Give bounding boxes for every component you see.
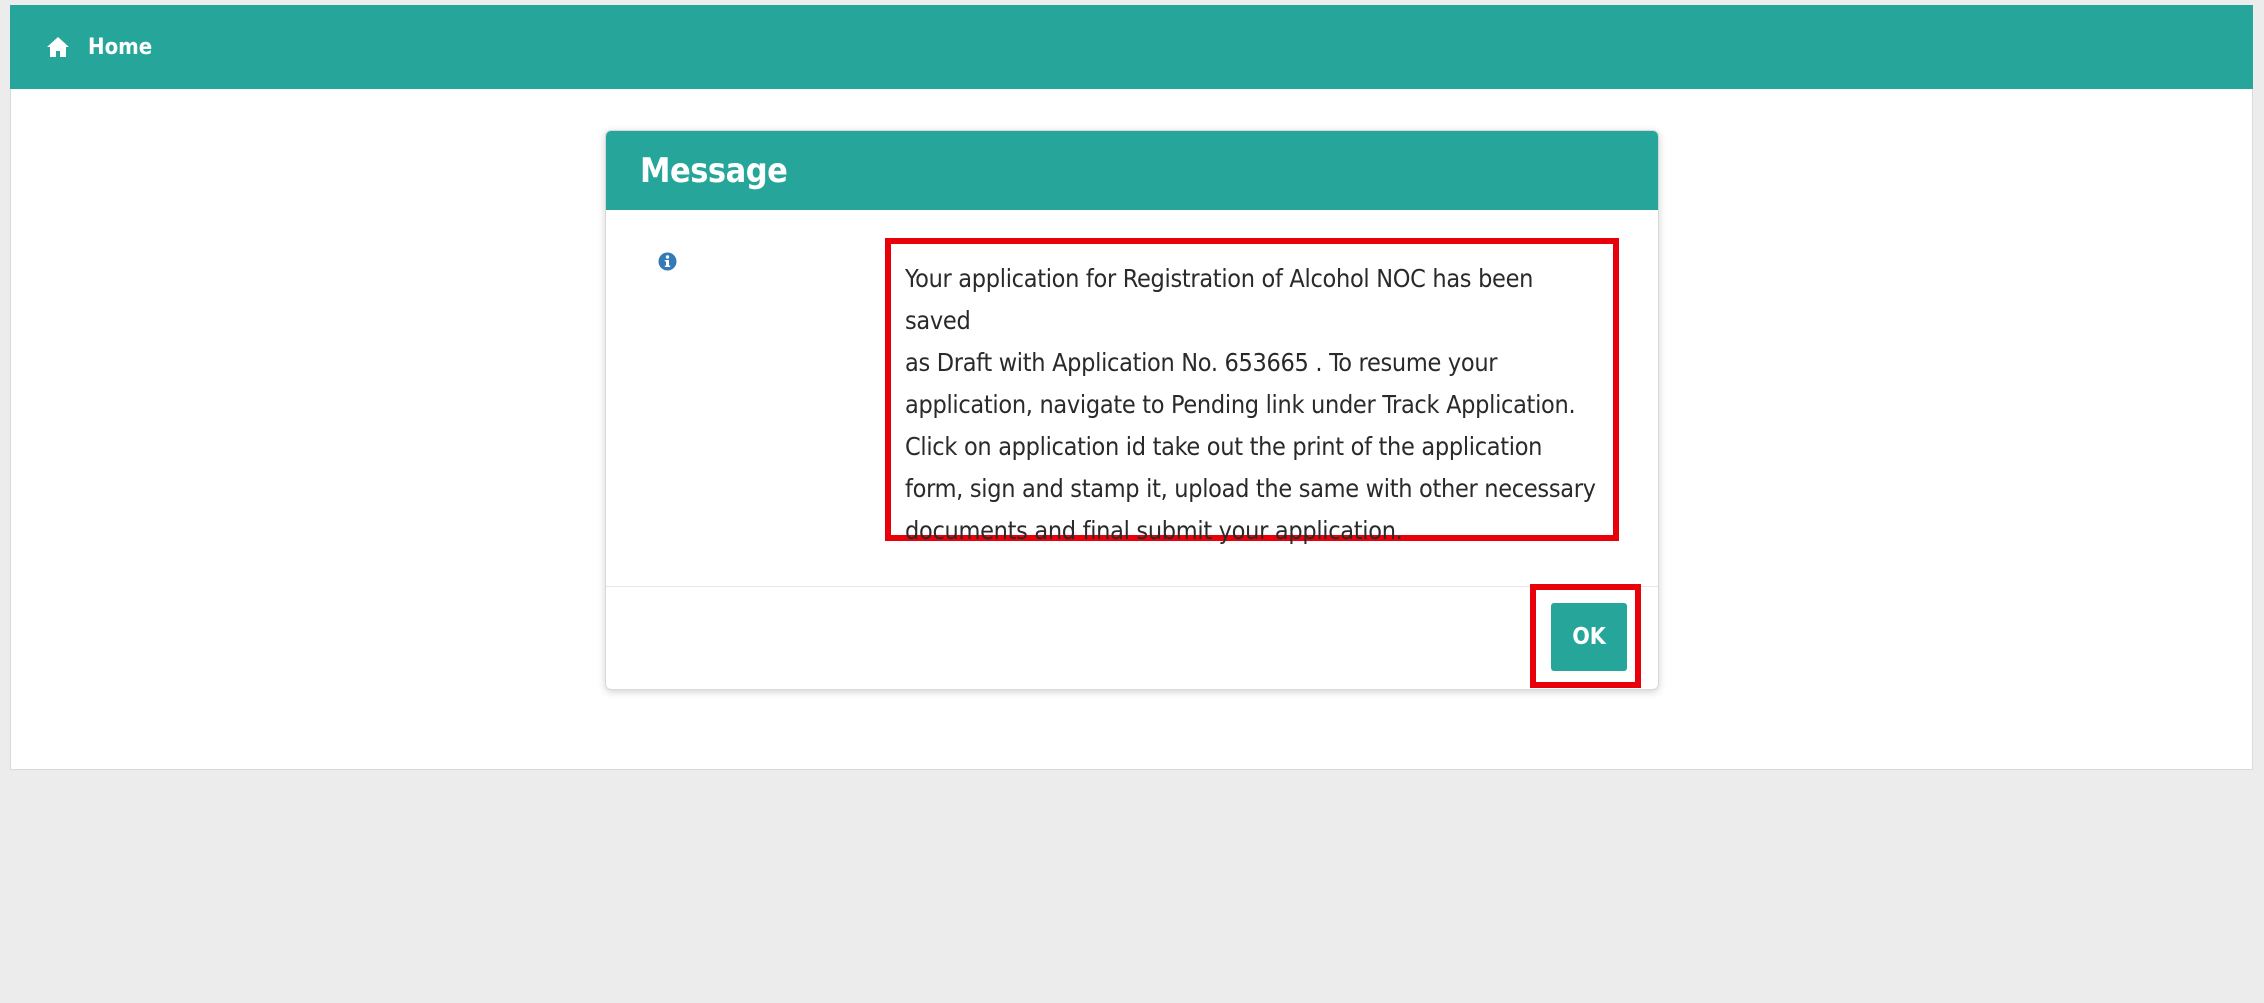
home-label: Home: [88, 34, 153, 60]
top-navigation-bar: Home: [10, 5, 2253, 89]
home-link[interactable]: Home: [46, 35, 152, 60]
dialog-header: Message: [606, 131, 1658, 210]
message-line: Your application for Registration of Alc…: [905, 264, 1534, 335]
message-line: Click on application id take out the pri…: [905, 432, 1543, 461]
info-circle-icon: [658, 252, 677, 271]
message-line: as Draft with Application No. 653665 . T…: [905, 348, 1498, 377]
message-highlight-box: Your application for Registration of Alc…: [885, 238, 1619, 545]
message-dialog: Message Your application for Registratio…: [605, 130, 1659, 690]
message-text: Your application for Registration of Alc…: [905, 258, 1599, 552]
message-line: documents and final submit your applicat…: [905, 516, 1403, 545]
ok-button[interactable]: OK: [1551, 603, 1627, 671]
dialog-title: Message: [640, 150, 788, 191]
dialog-footer: OK: [606, 584, 1658, 689]
dialog-body: Your application for Registration of Alc…: [606, 210, 1658, 587]
message-line: form, sign and stamp it, upload the same…: [905, 474, 1596, 503]
message-line: application, navigate to Pending link un…: [905, 390, 1576, 419]
home-icon: [46, 36, 70, 58]
